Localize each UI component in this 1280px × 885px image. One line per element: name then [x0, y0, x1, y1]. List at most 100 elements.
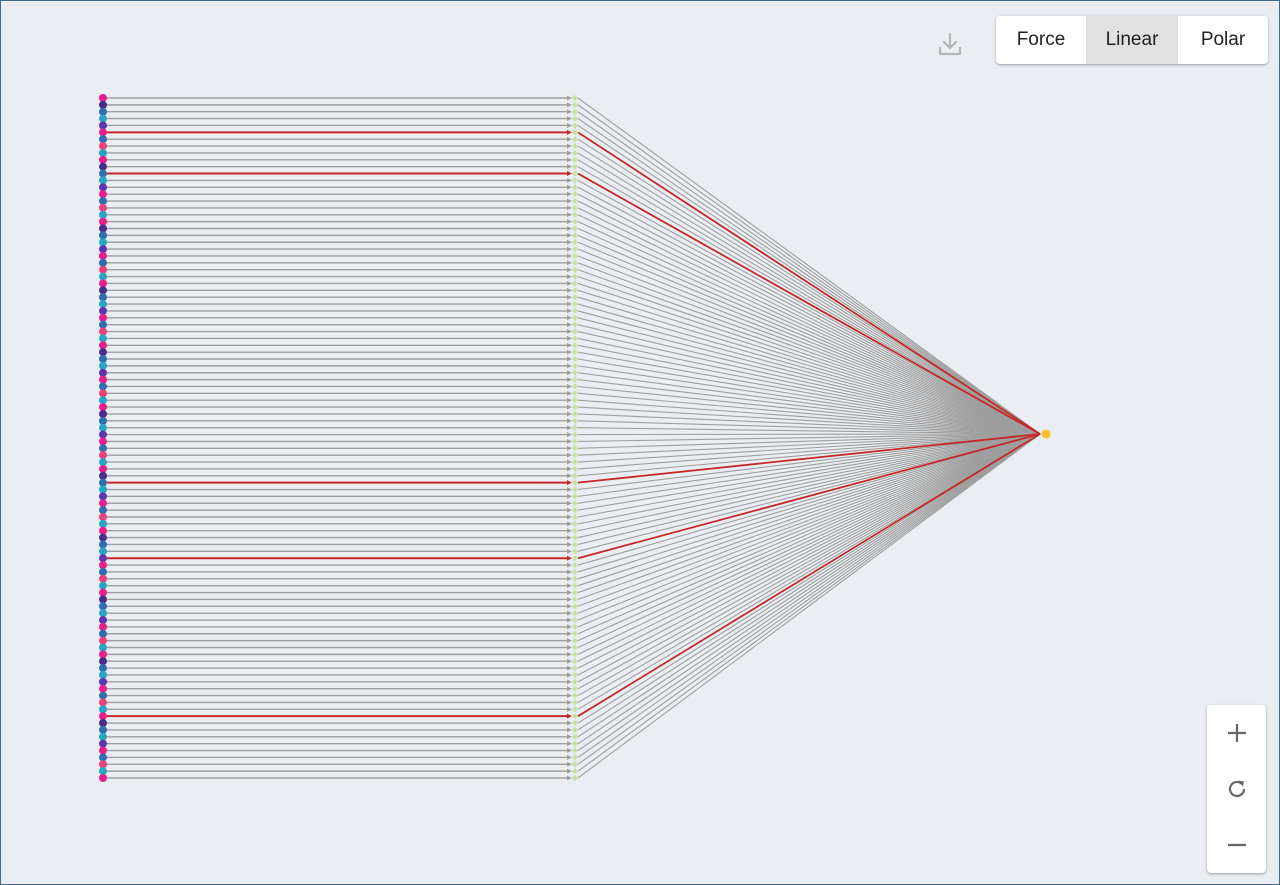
middle-node[interactable]	[571, 637, 579, 644]
middle-node[interactable]	[571, 603, 579, 610]
middle-node[interactable]	[571, 177, 579, 184]
zoom-out-button[interactable]	[1207, 817, 1266, 873]
source-node[interactable]	[99, 712, 107, 721]
source-node[interactable]	[99, 355, 107, 364]
middle-node[interactable]	[571, 692, 579, 699]
source-node[interactable]	[99, 471, 107, 480]
middle-node[interactable]	[571, 417, 579, 424]
source-node[interactable]	[99, 217, 107, 226]
source-node[interactable]	[99, 464, 107, 473]
middle-node[interactable]	[571, 630, 579, 637]
middle-node[interactable]	[571, 259, 579, 266]
source-node[interactable]	[99, 306, 107, 315]
source-node[interactable]	[99, 567, 107, 576]
middle-node[interactable]	[571, 287, 579, 294]
middle-node[interactable]	[571, 575, 579, 582]
middle-node[interactable]	[571, 610, 579, 617]
source-node[interactable]	[99, 100, 107, 109]
source-node[interactable]	[99, 238, 107, 247]
middle-node[interactable]	[571, 768, 579, 775]
middle-node[interactable]	[571, 335, 579, 342]
source-node[interactable]	[99, 430, 107, 439]
middle-node[interactable]	[571, 561, 579, 569]
middle-node[interactable]	[571, 774, 579, 782]
source-node[interactable]	[99, 272, 107, 281]
middle-node[interactable]	[571, 458, 579, 466]
middle-node[interactable]	[571, 644, 579, 651]
middle-node[interactable]	[571, 362, 579, 369]
source-node[interactable]	[99, 588, 107, 597]
source-node[interactable]	[99, 169, 107, 178]
middle-node[interactable]	[571, 740, 579, 747]
graph-canvas[interactable]	[0, 0, 1280, 885]
middle-node[interactable]	[571, 108, 579, 115]
source-node[interactable]	[99, 251, 107, 260]
source-node[interactable]	[99, 499, 107, 508]
middle-node[interactable]	[571, 445, 579, 452]
source-node[interactable]	[99, 698, 107, 707]
source-node[interactable]	[99, 210, 107, 219]
layout-polar-button[interactable]: Polar	[1178, 16, 1268, 64]
middle-node[interactable]	[571, 294, 579, 301]
middle-node[interactable]	[571, 314, 579, 321]
source-node[interactable]	[99, 403, 107, 412]
middle-node[interactable]	[571, 733, 579, 740]
source-node[interactable]	[99, 636, 107, 645]
middle-node[interactable]	[571, 582, 579, 589]
source-node[interactable]	[99, 444, 107, 453]
middle-node[interactable]	[571, 397, 579, 404]
source-node[interactable]	[99, 121, 107, 130]
source-node[interactable]	[99, 265, 107, 274]
middle-node[interactable]	[571, 726, 579, 734]
middle-node[interactable]	[571, 761, 579, 768]
source-node[interactable]	[99, 657, 107, 666]
middle-node[interactable]	[571, 651, 579, 658]
source-node[interactable]	[99, 622, 107, 631]
source-node[interactable]	[99, 148, 107, 157]
source-node[interactable]	[99, 348, 107, 357]
source-node[interactable]	[99, 677, 107, 686]
source-node[interactable]	[99, 135, 107, 144]
layout-linear-button[interactable]: Linear	[1086, 16, 1178, 64]
middle-node[interactable]	[571, 184, 579, 191]
source-node[interactable]	[99, 670, 107, 679]
source-node[interactable]	[99, 485, 107, 494]
source-node[interactable]	[99, 300, 107, 309]
source-node[interactable]	[99, 705, 107, 714]
source-node[interactable]	[99, 512, 107, 521]
source-node[interactable]	[99, 279, 107, 288]
middle-node[interactable]	[571, 616, 579, 624]
source-node[interactable]	[99, 320, 107, 329]
middle-node[interactable]	[571, 520, 579, 527]
middle-node[interactable]	[571, 678, 579, 685]
source-node[interactable]	[99, 732, 107, 741]
source-node[interactable]	[99, 746, 107, 755]
source-node[interactable]	[99, 375, 107, 384]
source-node[interactable]	[99, 245, 107, 254]
middle-node[interactable]	[571, 307, 579, 315]
middle-node[interactable]	[571, 142, 579, 150]
source-node[interactable]	[99, 423, 107, 432]
middle-node[interactable]	[571, 376, 579, 383]
middle-node[interactable]	[571, 129, 579, 136]
source-node[interactable]	[99, 595, 107, 604]
middle-node[interactable]	[571, 479, 579, 486]
source-node[interactable]	[99, 341, 107, 350]
source-node[interactable]	[99, 458, 107, 467]
middle-node[interactable]	[571, 252, 579, 260]
middle-node[interactable]	[571, 706, 579, 713]
middle-node[interactable]	[571, 280, 579, 287]
target-node[interactable]	[1041, 429, 1051, 439]
middle-node[interactable]	[571, 156, 579, 163]
source-node[interactable]	[99, 767, 107, 776]
source-node[interactable]	[99, 643, 107, 652]
source-node[interactable]	[99, 547, 107, 556]
middle-node[interactable]	[571, 596, 579, 603]
middle-node[interactable]	[571, 747, 579, 754]
middle-node[interactable]	[571, 465, 579, 473]
source-node[interactable]	[99, 629, 107, 638]
middle-node[interactable]	[571, 493, 579, 500]
source-node[interactable]	[99, 293, 107, 302]
middle-node[interactable]	[571, 349, 579, 356]
middle-node[interactable]	[571, 239, 579, 246]
